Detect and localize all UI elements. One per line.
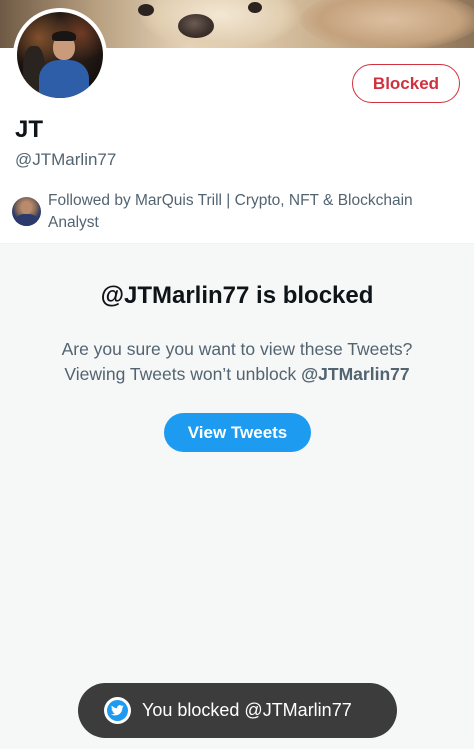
avatar-hair <box>52 31 76 41</box>
follower-avatar-body <box>16 214 37 226</box>
follower-avatar-head <box>21 201 32 214</box>
banner-fur-right <box>300 0 474 48</box>
view-tweets-button[interactable]: View Tweets <box>164 413 311 452</box>
blocked-desc-line1: Are you sure you want to view these Twee… <box>61 339 413 359</box>
avatar-body <box>39 60 89 98</box>
profile-handle: @JTMarlin77 <box>15 150 117 169</box>
banner-dog-eye-right <box>248 2 262 13</box>
blocked-button[interactable]: Blocked <box>352 64 460 103</box>
toast-message: You blocked @JTMarlin77 <box>142 700 352 720</box>
blocked-desc-handle: @JTMarlin77 <box>301 364 410 384</box>
blocked-desc-line2-prefix: Viewing Tweets won’t unblock <box>64 364 302 384</box>
blocked-title: @JTMarlin77 is blocked <box>100 282 374 309</box>
follower-avatar <box>12 197 41 226</box>
banner-dog-nose <box>178 14 214 38</box>
blocked-description: Are you sure you want to view these Twee… <box>0 337 474 387</box>
blocked-content-area <box>0 243 474 749</box>
banner-dog-eye-left <box>138 4 154 16</box>
profile-avatar[interactable] <box>13 8 107 102</box>
twitter-bird-icon <box>104 697 131 724</box>
blocked-desc-line2: Viewing Tweets won’t unblock @JTMarlin77 <box>0 362 474 387</box>
bird-glyph <box>111 705 124 716</box>
followed-by[interactable]: Followed by MarQuis Trill | Crypto, NFT … <box>12 190 462 234</box>
banner-fur <box>140 0 300 48</box>
profile-name: JT <box>15 116 44 143</box>
followed-by-text: Followed by MarQuis Trill | Crypto, NFT … <box>48 192 413 231</box>
toast-notification[interactable]: You blocked @JTMarlin77 <box>78 683 397 738</box>
